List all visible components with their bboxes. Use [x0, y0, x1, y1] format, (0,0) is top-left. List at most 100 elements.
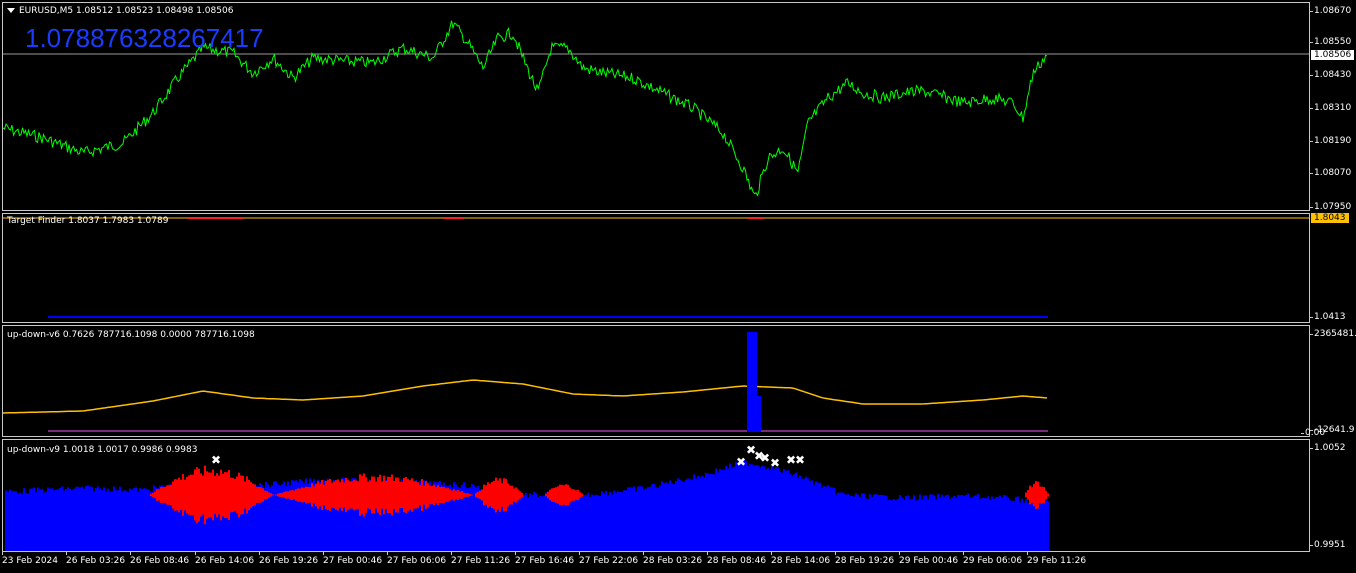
up-down-v9-up-bar: [699, 477, 701, 551]
up-down-v9-down-bar: [1029, 485, 1031, 505]
up-down-v9-up-bar: [833, 488, 835, 551]
up-down-v9-up-bar: [845, 494, 847, 551]
up-down-v9-down-bar: [429, 485, 431, 505]
up-down-v9-down-bar: [238, 472, 240, 518]
up-down-v9-up-bar: [1001, 497, 1003, 551]
up-down-v9-down-bar: [164, 486, 166, 504]
up-down-v9-down-bar: [449, 489, 451, 501]
up-down-v9-up-bar: [801, 478, 803, 551]
up-down-v9-up-bar: [723, 470, 725, 551]
up-down-v9-down-bar: [425, 481, 427, 509]
up-down-v9-up-bar: [75, 486, 77, 551]
up-down-v9-up-bar: [877, 494, 879, 551]
up-down-v9-up-bar: [731, 467, 733, 551]
up-down-v9-down-bar: [559, 484, 561, 506]
main-price-axis: 1.08670 1.08550 1.08430 1.08310 1.08190 …: [1309, 2, 1356, 212]
up-down-v9-up-bar: [467, 488, 469, 551]
up-down-v9-up-bar: [651, 484, 653, 551]
up-down-v9-down-bar: [1045, 490, 1047, 499]
up-down-v9-up-bar: [21, 493, 23, 551]
up-down-v9-up-bar: [953, 496, 955, 551]
symbol-header[interactable]: EURUSD,M5 1.08512 1.08523 1.08498 1.0850…: [7, 6, 233, 16]
up-down-v9-up-bar: [913, 495, 915, 551]
time-label: 26 Feb 19:26: [259, 552, 319, 566]
up-down-v6-label: up-down-v6 0.7626 787716.1098 0.0000 787…: [7, 330, 255, 340]
up-down-v9-up-bar: [577, 492, 579, 551]
up-down-v9-up-bar: [571, 492, 573, 551]
up-down-v9-up-bar: [631, 487, 633, 551]
up-down-v9-up-bar: [575, 493, 577, 551]
time-label: 27 Feb 16:46: [515, 552, 575, 566]
up-down-v9-up-bar: [99, 488, 101, 551]
dropdown-triangle-icon[interactable]: [7, 8, 15, 13]
up-down-v9-up-bar: [151, 491, 153, 551]
up-down-v9-up-bar: [677, 478, 679, 551]
up-down-v9-up-bar: [663, 483, 665, 551]
up-down-v9-up-bar: [991, 496, 993, 551]
up-down-v9-cross-marker: ✖: [211, 453, 221, 467]
up-down-v9-down-bar: [277, 493, 279, 497]
up-down-v9-up-bar: [735, 461, 737, 551]
up-down-v9-up-bar: [867, 499, 869, 551]
up-down-v9-pane[interactable]: ✖ ✖ ✖ ✖ ✖ ✖ ✖ ✖ up-down-v9 1.0018 1.0017 0.9986…: [2, 439, 1310, 552]
up-down-v9-up-bar: [545, 492, 547, 551]
up-down-v9-up-bar: [837, 492, 839, 551]
up-down-v9-down-bar: [383, 475, 385, 515]
up-down-v9-up-bar: [283, 481, 285, 551]
up-down-v9-up-bar: [769, 470, 771, 551]
up-down-v9-up-bar: [117, 490, 119, 551]
up-down-v9-up-bar: [975, 495, 977, 551]
up-down-v9-up-bar: [765, 469, 767, 551]
target-finder-pane[interactable]: Target Finder 1.8037 1.7983 1.0789: [2, 213, 1310, 323]
up-down-v9-up-bar: [527, 497, 529, 551]
up-down-v9-up-bar: [1013, 500, 1015, 551]
up-down-v9-up-bar: [1007, 498, 1009, 551]
time-label: 28 Feb 08:46: [707, 552, 767, 566]
up-down-v9-up-bar: [1003, 495, 1005, 551]
up-down-v9-up-bar: [609, 491, 611, 551]
up-down-v9-up-bar: [903, 499, 905, 551]
up-down-v9-down-bar: [369, 480, 371, 510]
up-down-v9-down-bar: [275, 494, 277, 496]
up-down-v9-up-bar: [673, 484, 675, 551]
price-tick: 1.08310: [1309, 103, 1352, 113]
up-down-v9-down-bar: [411, 478, 413, 512]
up-down-v9-down-bar: [421, 479, 423, 511]
time-label: 27 Feb 22:06: [579, 552, 639, 566]
up-down-v9-down-bar: [319, 483, 321, 507]
up-down-v9-down-bar: [279, 493, 281, 497]
up-down-v9-up-bar: [1037, 501, 1039, 551]
target-finder-label: Target Finder 1.8037 1.7983 1.0789: [7, 216, 169, 226]
up-down-v9-down-bar: [431, 485, 433, 505]
up-down-v9-up-bar: [757, 465, 759, 551]
up-down-v9-up-bar: [963, 495, 965, 551]
up-down-v9-up-bar: [1015, 496, 1017, 551]
up-down-v9-down-bar: [579, 492, 581, 498]
up-down-v9-up-bar: [145, 488, 147, 551]
up-down-v9-down-bar: [483, 484, 485, 506]
up-down-v9-up-bar: [941, 494, 943, 551]
up-down-v9-up-bar: [573, 493, 575, 551]
up-down-v9-up-bar: [579, 493, 581, 551]
up-down-v9-up-bar: [759, 467, 761, 551]
up-down-v9-up-bar: [1025, 499, 1027, 551]
up-down-v9-up-bar: [587, 492, 589, 551]
up-down-v9-up-bar: [1043, 499, 1045, 551]
up-down-v6-pane[interactable]: up-down-v6 0.7626 787716.1098 0.0000 787…: [2, 325, 1310, 437]
time-axis: 23 Feb 2024 26 Feb 03:26 26 Feb 08:46 26…: [0, 552, 1310, 573]
main-chart-pane[interactable]: EURUSD,M5 1.08512 1.08523 1.08498 1.0850…: [2, 2, 1310, 211]
up-down-v9-down-bar: [443, 487, 445, 503]
up-down-v9-down-bar: [447, 488, 449, 502]
up-down-v9-down-bar: [287, 491, 289, 499]
up-down-v9-up-bar: [827, 485, 829, 551]
up-down-v9-up-bar: [785, 470, 787, 551]
up-down-v9-down-bar: [232, 477, 234, 513]
up-down-v9-up-bar: [955, 497, 957, 551]
up-down-v9-down-bar: [495, 477, 497, 513]
up-down-v9-down-bar: [162, 487, 164, 503]
up-down-v9-up-bar: [817, 482, 819, 551]
up-down-v6-tick: 2365481.9: [1310, 329, 1356, 339]
up-down-v9-cross-marker: ✖: [736, 455, 746, 469]
up-down-v9-up-bar: [779, 471, 781, 551]
up-down-v9-down-bar: [200, 473, 202, 517]
